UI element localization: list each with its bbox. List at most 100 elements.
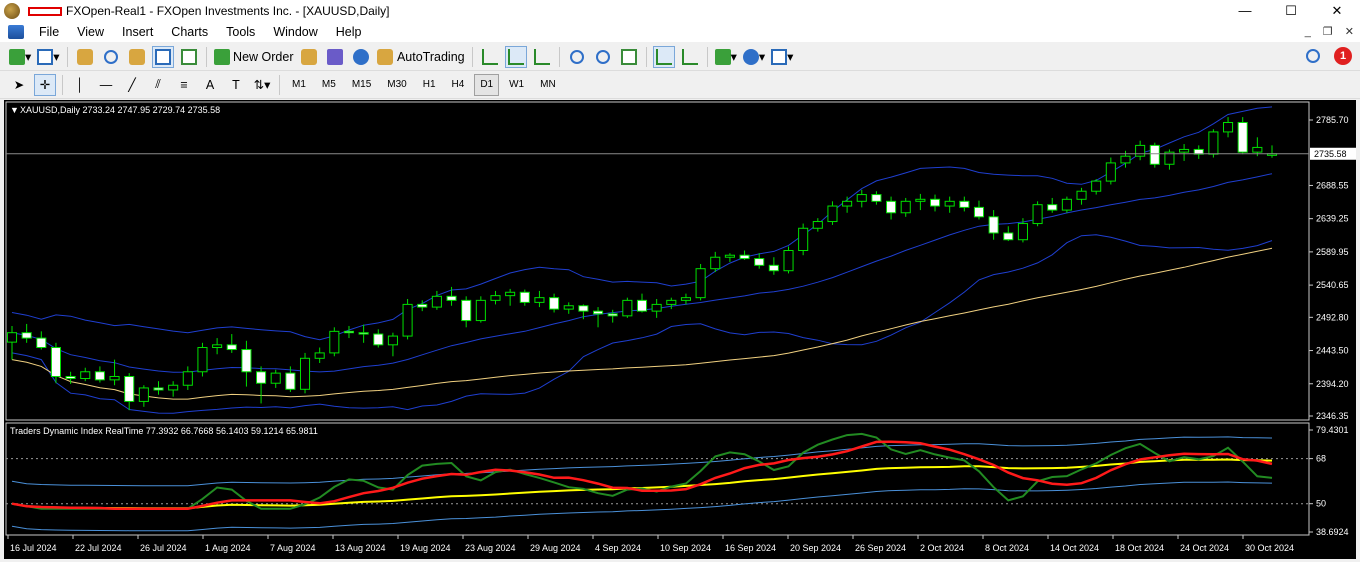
candle[interactable] [475,299,486,322]
menu-tools[interactable]: Tools [217,25,264,39]
candle[interactable] [783,250,794,272]
candle[interactable] [666,299,677,305]
candle[interactable] [959,200,970,208]
candle[interactable] [915,198,926,202]
chart-menu-icon[interactable]: ▼ [10,105,19,115]
candle[interactable] [563,305,574,310]
line-chart-button[interactable] [531,46,553,68]
candle[interactable] [387,335,398,346]
candle[interactable] [1237,121,1248,153]
zoom-in-button[interactable] [566,46,588,68]
candle[interactable] [1223,121,1234,133]
signals-button[interactable] [324,46,346,68]
candle[interactable] [1208,131,1219,155]
timeframe-m5[interactable]: M5 [316,74,342,96]
close-button[interactable]: ✕ [1314,0,1360,22]
horizontal-line-button[interactable]: — [95,74,117,96]
equidistant-channel-button[interactable]: ⫽ [147,74,169,96]
candle[interactable] [534,297,545,303]
candle[interactable] [988,216,999,234]
candle[interactable] [798,227,809,252]
metaeditor-button[interactable] [298,46,320,68]
candle[interactable] [402,303,413,337]
templates-button[interactable]: ▾ [770,46,794,68]
fibonacci-button[interactable]: ≡ [173,74,195,96]
zoom-out-button[interactable] [592,46,614,68]
candle[interactable] [1105,162,1116,182]
candle[interactable] [636,299,648,312]
candle[interactable] [314,352,325,359]
timeframe-h1[interactable]: H1 [417,74,442,96]
candle[interactable] [1252,146,1263,153]
timeframe-m30[interactable]: M30 [381,74,412,96]
candle[interactable] [343,330,355,334]
candle[interactable] [724,254,735,258]
candle[interactable] [710,256,721,270]
candle[interactable] [270,372,281,384]
candle[interactable] [138,387,149,402]
candle[interactable] [1003,232,1014,241]
candle[interactable] [299,357,311,390]
candle[interactable] [373,333,384,346]
candle[interactable] [886,200,897,214]
trendline-button[interactable]: ╱ [121,74,143,96]
cursor-button[interactable]: ➤ [8,74,30,96]
candle[interactable] [505,291,516,297]
timeframe-h4[interactable]: H4 [446,74,471,96]
candle[interactable] [549,297,560,310]
autoscroll-button[interactable] [652,45,675,68]
candle[interactable] [168,384,179,391]
timeframe-d1[interactable]: D1 [474,73,500,96]
candle[interactable] [754,258,765,266]
candle[interactable] [329,330,340,354]
candle[interactable] [973,206,985,218]
candle[interactable] [1120,155,1131,164]
timeframe-w1[interactable]: W1 [503,74,530,96]
candle[interactable] [50,347,61,377]
candle[interactable] [944,200,955,207]
chart-window[interactable]: ▼ XAUUSD,Daily 2733.24 2747.95 2729.74 2… [4,100,1356,559]
menu-file[interactable]: File [30,25,68,39]
candle[interactable] [285,372,296,390]
candle[interactable] [812,221,823,229]
chart-window-icon[interactable] [8,25,24,39]
vps-button[interactable] [350,46,372,68]
candle[interactable] [124,375,135,402]
candle[interactable] [241,349,252,373]
indicators-button[interactable]: ▾ [714,46,738,68]
minimize-button[interactable]: — [1222,0,1268,22]
timeframe-m15[interactable]: M15 [346,74,377,96]
candle[interactable] [65,375,76,380]
chart-shift-button[interactable] [679,46,701,68]
timeframe-mn[interactable]: MN [534,74,562,96]
strategy-tester-button[interactable] [178,46,200,68]
candle[interactable] [182,371,193,386]
candle[interactable] [519,291,530,303]
candle[interactable] [1179,148,1190,153]
mdi-close-button[interactable]: ✕ [1345,22,1354,42]
candle[interactable] [1061,198,1072,211]
menu-insert[interactable]: Insert [113,25,162,39]
crosshair-button[interactable]: ✛ [34,73,56,96]
candle[interactable] [900,200,911,214]
candle[interactable] [80,371,91,380]
candle[interactable] [929,198,941,207]
timeframe-m1[interactable]: M1 [286,74,312,96]
candle[interactable] [871,194,882,202]
candle[interactable] [1091,180,1102,192]
candle[interactable] [695,268,706,299]
new-order-button[interactable]: New Order [213,46,295,68]
text-label-button[interactable]: T [225,74,247,96]
notification-badge[interactable]: 1 [1334,47,1352,65]
candle[interactable] [607,313,618,317]
tile-windows-button[interactable] [618,46,640,68]
candle[interactable] [153,387,164,391]
candle[interactable] [109,375,120,381]
candle[interactable] [856,194,867,202]
candle[interactable] [1032,204,1043,225]
text-button[interactable]: A [199,74,221,96]
periods-button[interactable]: ▾ [742,46,766,68]
candle[interactable] [226,344,237,351]
terminal-button[interactable] [151,45,174,68]
menu-help[interactable]: Help [327,25,371,39]
